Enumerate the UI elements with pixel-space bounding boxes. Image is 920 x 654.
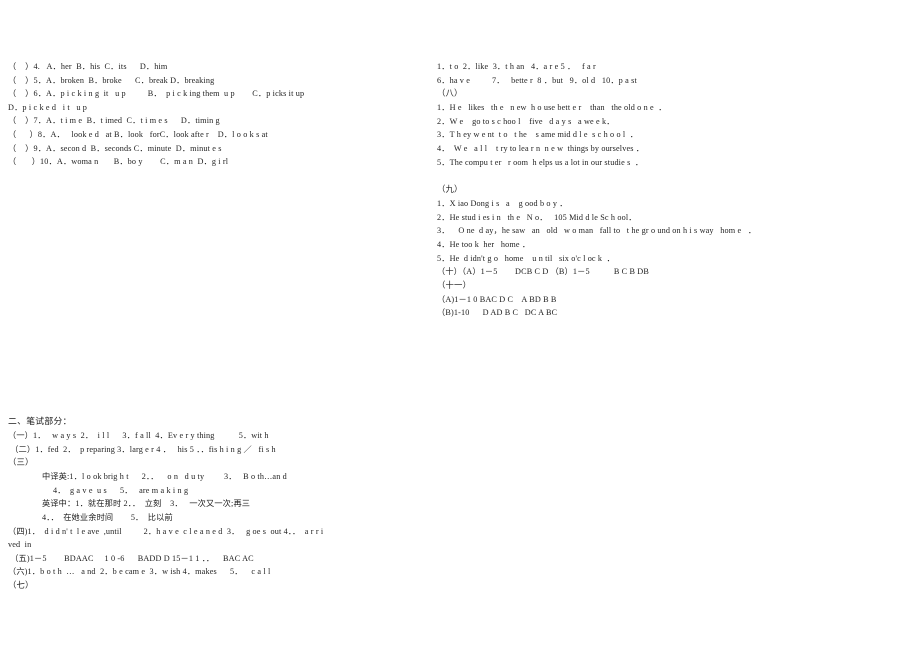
section-eight-sentence-1: 1．H e likes th e n ew h o use bett e r t…: [437, 103, 667, 113]
en-to-cn-line-2: 4．． 在她业余时间 5． 比以前: [42, 512, 173, 522]
scanned-answer-key-page: （ ）4. A．her B．his C．its D．him （ ）5．A．bro…: [0, 0, 920, 654]
section-nine-sentence-5: 5．He d idn't g o home u n til six o'c l …: [437, 253, 615, 263]
section-nine-sentence-3: 3． O ne d ay，he saw an old w o man fall …: [437, 226, 757, 236]
left-column-multiple-choice: （ ）4. A．her B．his C．its D．him （ ）5．A．bro…: [8, 60, 428, 169]
part-six-answers: （六)1．b o t h … a nd 2．b e cam e 3．w ish …: [8, 567, 271, 577]
mc-option-line-6: （ ）6．A．p i c k i n g it u p B． p i c k i…: [8, 89, 305, 99]
mc-option-line-8: （ ）8．A． look e d at B．look forC．look aft…: [8, 129, 268, 139]
section-eight-sentence-2: 2．W e go to s c hoo l five d a y s a we …: [437, 116, 615, 126]
section-eleven-label: （十一）: [437, 280, 472, 290]
section-nine-sentence-1: 1．X iao Dong i s a g ood b o y ．: [437, 199, 568, 209]
section-eight-label: （八）: [437, 89, 463, 99]
cn-to-en-line-2: 4． g a v e u s 5． are m a k i n g: [42, 485, 189, 495]
mc-option-line-9: （ ）9．A．secon d B．seconds C．minute D．minu…: [8, 143, 222, 153]
bottom-written-section: 二、笔试部分： （一）1． w a y s 2． i l l 3．f a ll …: [8, 414, 438, 593]
part-four-answers-line-1: （四)1． d i d n' t l e ave ,until 2．h a v …: [8, 526, 324, 536]
section-spacer-eight-nine: [437, 169, 907, 183]
en-to-cn-line-1: 英译中：1．就在那时 2．． 立刻 3． 一次又一次;再三: [42, 499, 251, 509]
part-four-answers-line-2: ved in: [8, 540, 32, 550]
section-eleven-answers-b: （B)1-10 D AD B C DC A BC: [437, 308, 558, 318]
mc-option-line-5: （ ）5．A．broken B．broke C．break D．breaking: [8, 75, 215, 85]
section-nine-sentence-4: 4．He too k her home ．: [437, 239, 531, 249]
section-ten-answers: （十）（A）1－5 DCB C D （B）1－5 B C B DB: [437, 267, 649, 277]
section-eight-sentence-3: 3．T h ey w e nt t o t he s ame mid d l e…: [437, 130, 639, 140]
cn-to-en-line-1: 中译英:1．l o ok brig h t 2．． o n d u ty 3． …: [42, 472, 287, 482]
section-nine-label: （九）: [437, 185, 463, 195]
mc-option-line-10: （ ）10．A．woma n B．bo y C．m a n D．g i rl: [8, 157, 229, 167]
part-two-answers: （二）1．fed 2． p reparing 3．larg e r 4 ． hi…: [8, 444, 276, 454]
mc-option-line-7: （ ）7．A．t i m e B．t imed C．t i m e s D．ti…: [8, 116, 220, 126]
section-eight-sentence-5: 5．The compu t er r oom h elps us a lot i…: [437, 157, 644, 167]
fill-blank-answers-line-1: 1．t o 2．like 3．t h an 4．a r e 5 ． f a r: [437, 62, 596, 71]
part-five-answers: （五)1－5 BDAAC 1 0 -6 BADD D 15－1 1 ．． BAC…: [8, 553, 254, 563]
part-one-answers: （一）1． w a y s 2． i l l 3．f a ll 4．Ev e r…: [8, 431, 269, 440]
written-part-heading: 二、笔试部分：: [8, 416, 72, 426]
section-eight-sentence-4: 4． W e a l l t ry to lea r n n e w thing…: [437, 143, 645, 153]
part-seven-label: （七）: [8, 580, 34, 590]
mc-option-line-6-continued: D．p i c k e d i t u p: [8, 102, 88, 112]
section-nine-sentence-2: 2．He stud i es i n th e N o． 105 Mid d l…: [437, 212, 637, 222]
part-three-label: （三）: [8, 458, 34, 468]
fill-blank-answers-line-2: 6．ha v e 7． bette r 8 ．but 9．ol d 10．p a…: [437, 75, 637, 85]
right-column-answers: 1．t o 2．like 3．t h an 4．a r e 5 ． f a r …: [437, 60, 907, 320]
mc-option-line-4: （ ）4. A．her B．his C．its D．him: [8, 62, 168, 71]
section-eleven-answers-a: （A)1－1 0 BAC D C A BD B B: [437, 294, 557, 304]
